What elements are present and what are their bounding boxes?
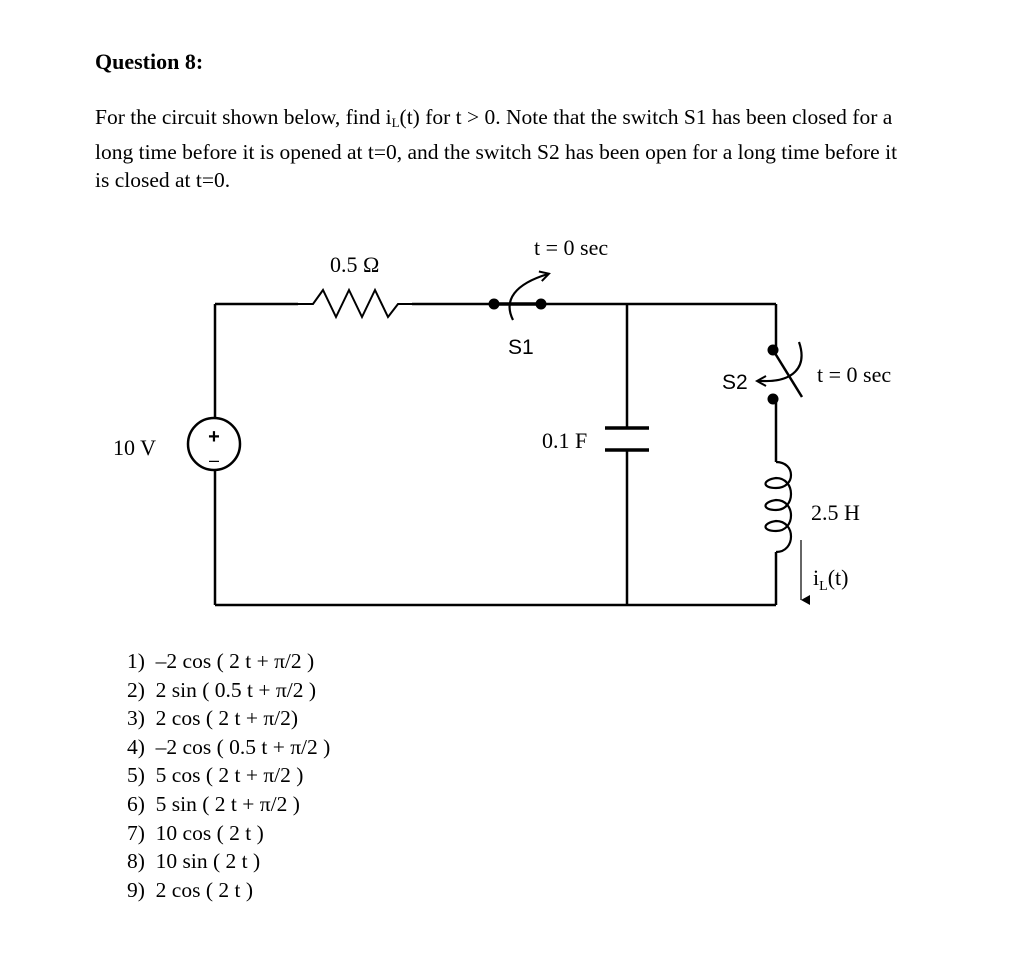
answer-choice-3: 3) 2 cos ( 2 t + π/2)	[127, 706, 299, 731]
wires	[213, 302, 778, 607]
switch-s2-time-label: t = 0 sec	[817, 362, 891, 387]
inductor-symbol	[764, 460, 792, 554]
source-label: 10 V	[113, 435, 156, 460]
resistor-symbol	[298, 287, 412, 320]
capacitor-symbol	[605, 426, 649, 452]
answer-choice-4: 4) –2 cos ( 0.5 t + π/2 )	[127, 734, 331, 759]
answer-choice-5: 5) 5 cos ( 2 t + π/2 )	[127, 763, 304, 788]
switch-s1	[488, 274, 549, 321]
source-minus-sign: –	[209, 450, 219, 470]
switch-s2-label: S2	[722, 371, 748, 394]
answer-choice-2: 2) 2 sin ( 0.5 t + π/2 )	[127, 677, 316, 702]
answer-choice-8: 8) 10 sin ( 2 t )	[127, 849, 261, 874]
switch-s1-label: S1	[508, 336, 534, 359]
resistor-label: 0.5 Ω	[330, 252, 379, 277]
answer-choice-6: 6) 5 sin ( 2 t + π/2 )	[127, 791, 300, 816]
answer-choice-7: 7) 10 cos ( 2 t )	[127, 820, 264, 845]
switch-s2	[758, 341, 804, 405]
answer-choice-9: 9) 2 cos ( 2 t )	[127, 877, 253, 902]
answer-choices: 1) –2 cos ( 2 t + π/2 ) 2) 2 sin ( 0.5 t…	[127, 647, 330, 904]
current-label-sub: L	[819, 579, 828, 594]
capacitor-label: 0.1 F	[542, 428, 587, 453]
current-label-tail: (t)	[828, 565, 849, 590]
switch-s1-arrow-icon	[508, 274, 548, 321]
current-label: iL(t)	[813, 565, 848, 594]
source-plus-sign: +	[208, 426, 220, 448]
answer-choice-1: 1) –2 cos ( 2 t + π/2 )	[127, 649, 315, 673]
switch-s1-time-label: t = 0 sec	[534, 235, 608, 260]
inductor-label: 2.5 H	[811, 500, 860, 525]
